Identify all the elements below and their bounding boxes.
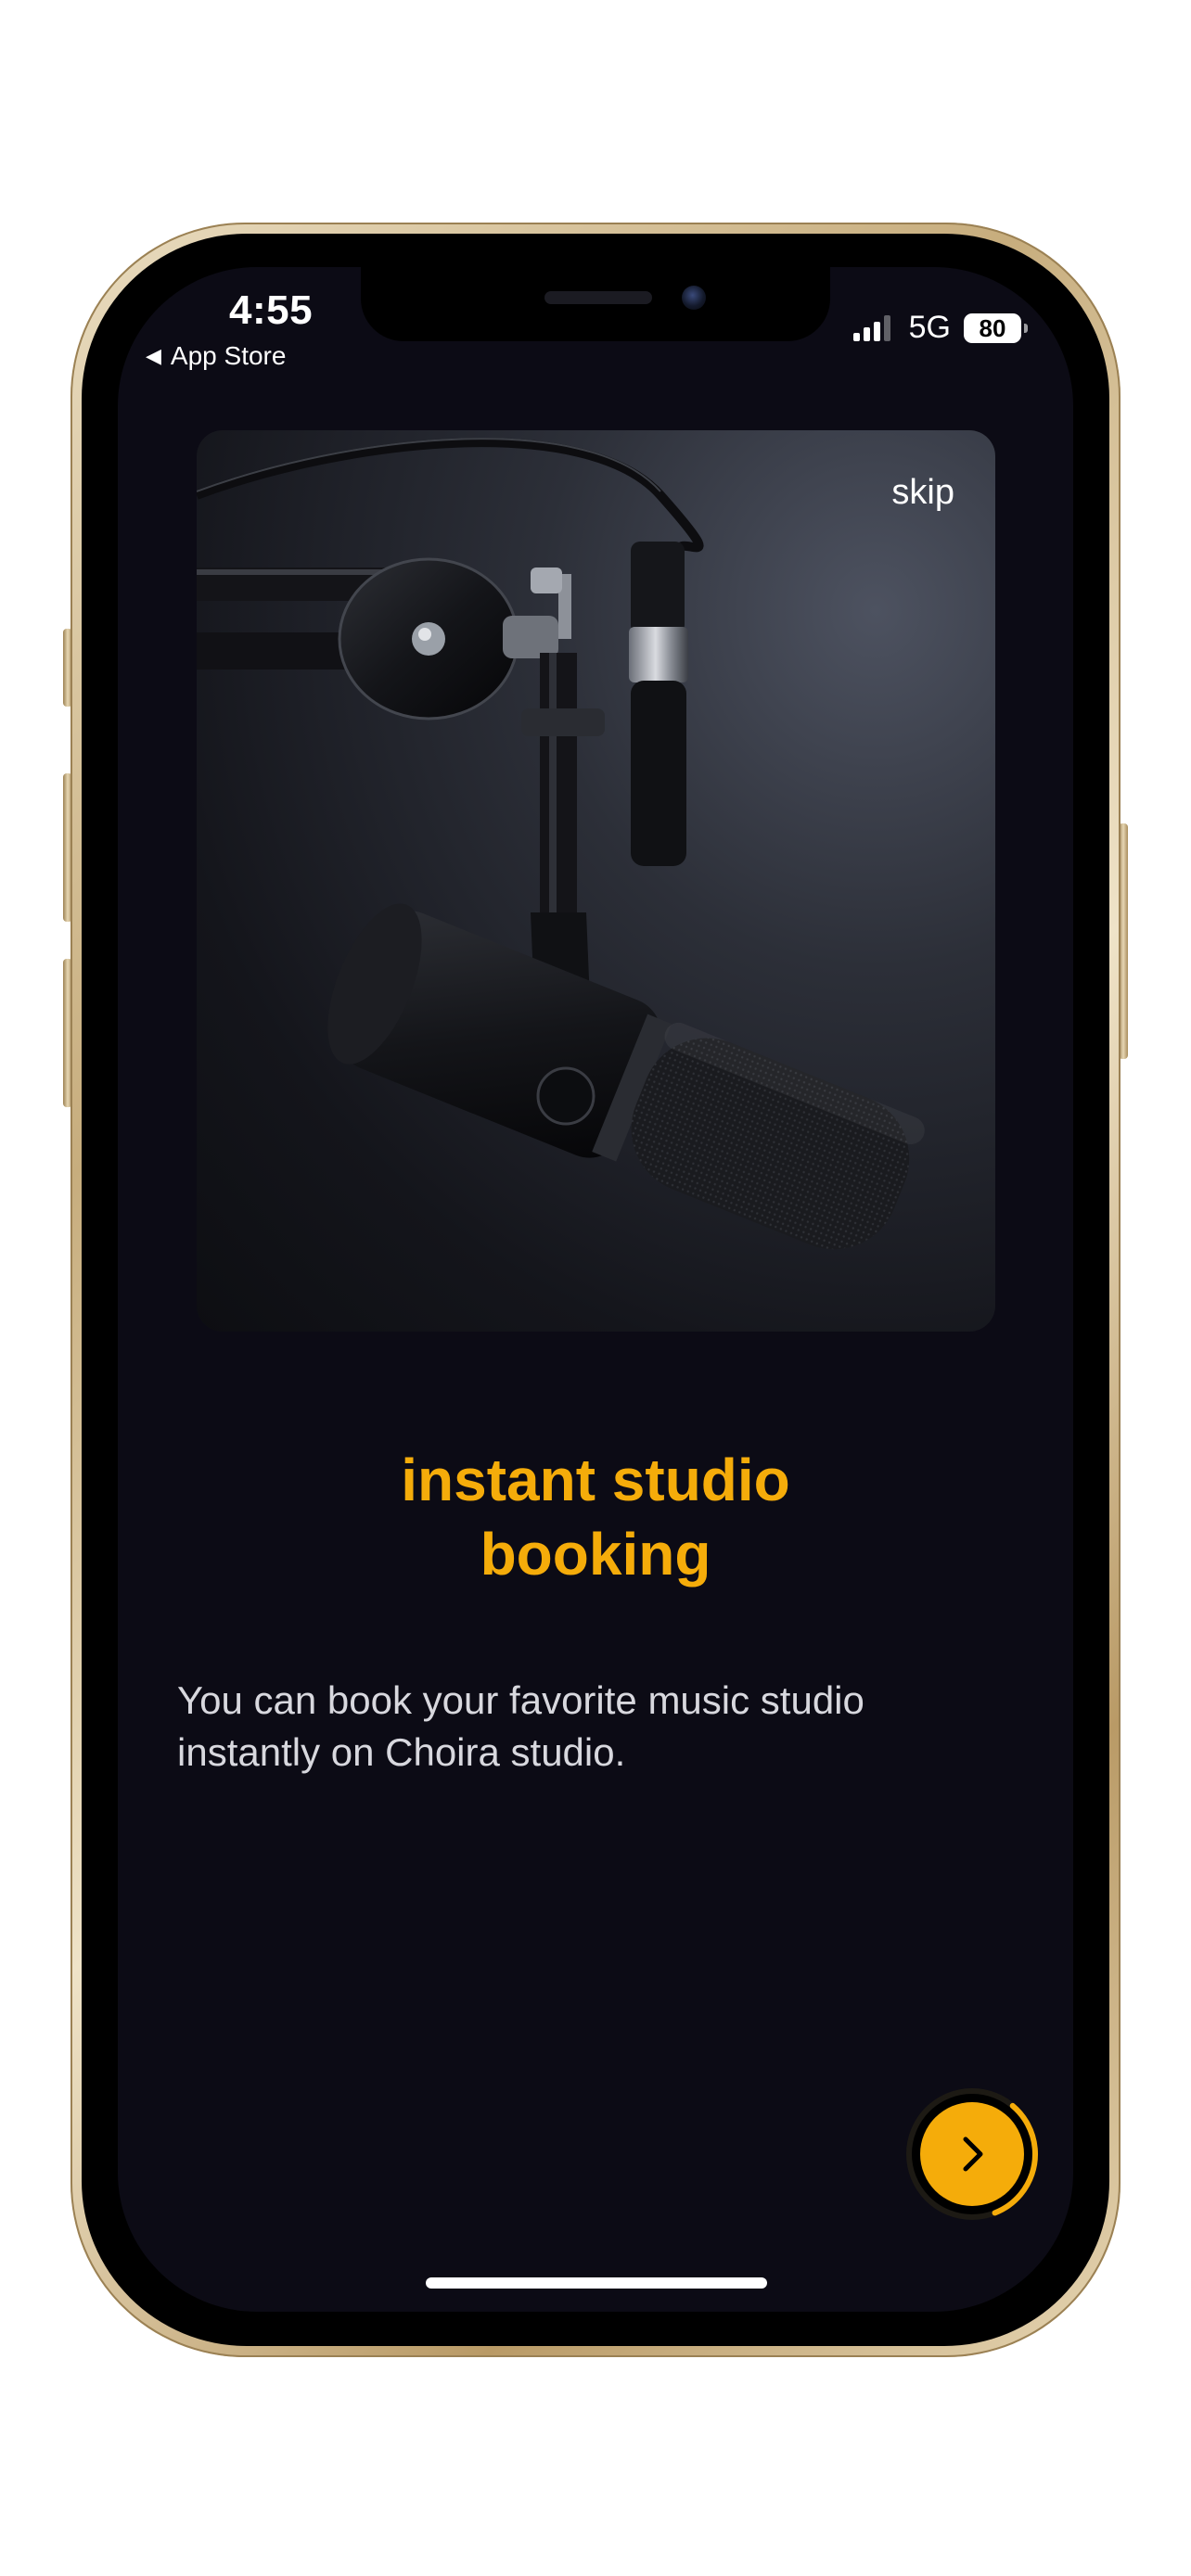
- onboarding-title: instant studio booking: [401, 1447, 790, 1588]
- microphone-illustration: [197, 438, 925, 1250]
- hero-image: skip: [197, 430, 995, 1332]
- status-indicators: 5G 80: [852, 310, 1028, 346]
- next-button[interactable]: [920, 2102, 1024, 2206]
- next-control: [903, 2085, 1042, 2224]
- earpiece-speaker: [544, 291, 652, 304]
- skip-button[interactable]: skip: [891, 473, 954, 513]
- chevron-right-icon: [963, 2136, 983, 2172]
- back-to-app-store[interactable]: ◀ App Store: [146, 341, 286, 371]
- network-type: 5G: [908, 310, 951, 345]
- back-label: App Store: [170, 341, 287, 370]
- battery-icon: 80: [964, 312, 1028, 343]
- battery-level: 80: [979, 313, 1006, 342]
- status-time: 4:55: [229, 287, 314, 333]
- battery-tip: [1024, 323, 1028, 333]
- device-stage: 4:55 ◀ App Store 5G 80 skip instant stud…: [0, 0, 1191, 2576]
- home-indicator[interactable]: [426, 2277, 767, 2289]
- notch: [361, 267, 830, 341]
- onboarding-description: You can book your favorite music studio …: [177, 1678, 864, 1774]
- cellular-signal-icon: [852, 314, 894, 341]
- back-arrow-icon: ◀: [146, 344, 161, 367]
- app-screen: 4:55 ◀ App Store 5G 80 skip instant stud…: [118, 267, 1073, 2312]
- front-camera: [682, 286, 706, 310]
